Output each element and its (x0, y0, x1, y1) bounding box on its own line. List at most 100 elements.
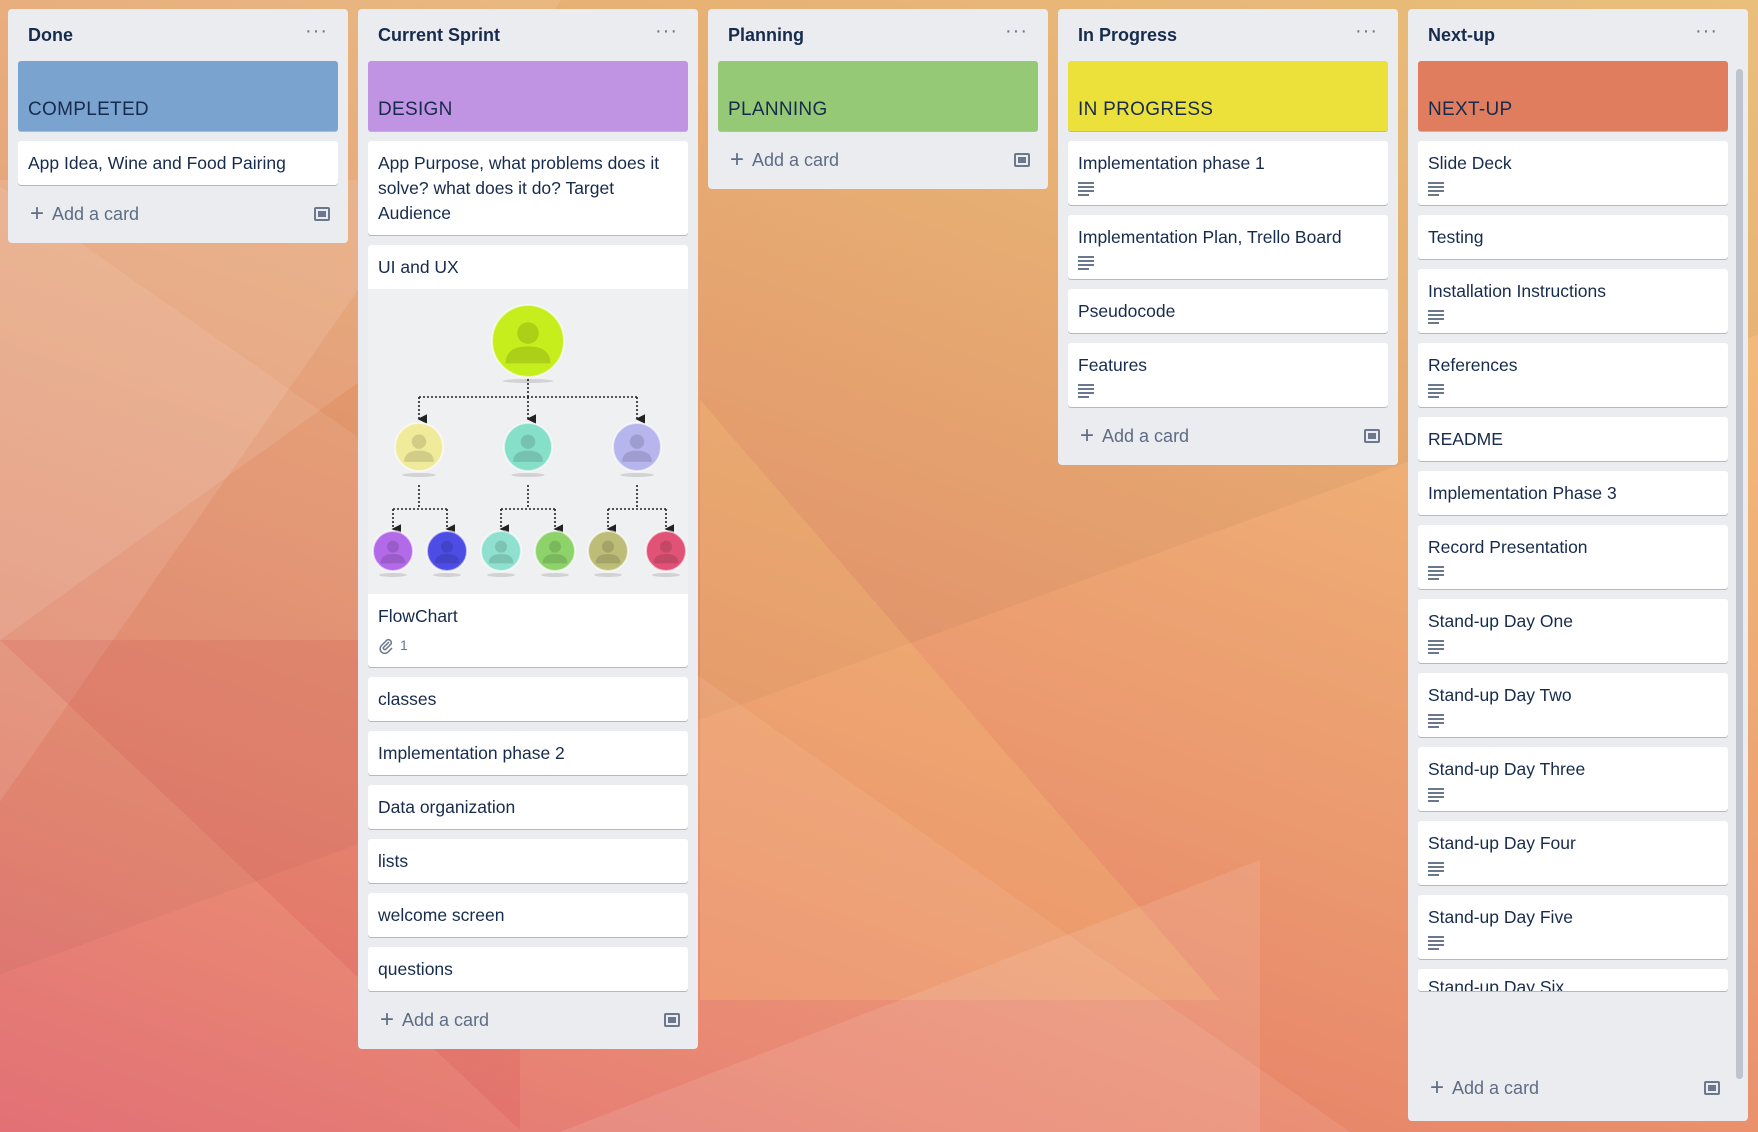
card-title: README (1428, 429, 1503, 449)
list-planning: Planning ··· PLANNING + Add a card (708, 9, 1048, 189)
plus-icon: + (30, 200, 45, 227)
board: Done ··· COMPLETED App Idea, Wine and Fo… (0, 0, 1758, 1132)
add-card-button[interactable]: + Add a card (1430, 1076, 1540, 1100)
card[interactable]: README (1418, 417, 1728, 461)
card[interactable]: Data organization (368, 785, 688, 829)
card[interactable]: Stand-up Day Five (1418, 895, 1728, 959)
person-icon (372, 530, 414, 577)
template-icon[interactable] (1364, 429, 1380, 443)
label-card-completed[interactable]: COMPLETED (18, 61, 338, 131)
list-done: Done ··· COMPLETED App Idea, Wine and Fo… (8, 9, 348, 243)
template-icon[interactable] (1704, 1081, 1720, 1095)
list-in-progress: In Progress ··· IN PROGRESS Implementati… (1058, 9, 1398, 465)
person-icon (426, 530, 468, 577)
template-icon[interactable] (314, 207, 330, 221)
scrollbar-thumb[interactable] (1736, 69, 1743, 1079)
label-card-next-up[interactable]: NEXT-UP (1418, 61, 1728, 131)
description-icon (1078, 256, 1094, 270)
card-title: Record Presentation (1428, 537, 1588, 557)
description-icon (1428, 384, 1444, 398)
more-icon[interactable]: ··· (305, 21, 328, 44)
scrollbar-track[interactable] (1736, 69, 1743, 1079)
card[interactable]: App Idea, Wine and Food Pairing (18, 141, 338, 185)
add-card-button[interactable]: + Add a card (30, 200, 140, 227)
label-card-design[interactable]: DESIGN (368, 61, 688, 131)
list-title: In Progress (1078, 24, 1178, 45)
person-icon (534, 530, 576, 577)
description-icon (1428, 788, 1444, 802)
person-icon (491, 304, 565, 383)
card[interactable]: Pseudocode (1068, 289, 1388, 333)
label-text: COMPLETED (28, 99, 149, 120)
card[interactable]: References (1418, 343, 1728, 407)
description-icon (1428, 862, 1444, 876)
template-icon[interactable] (1014, 153, 1030, 167)
next-up-scroll-area[interactable]: NEXT-UP Slide Deck Testing Installation In… (1418, 61, 1728, 1065)
label-text: PLANNING (728, 99, 828, 120)
add-card-button[interactable]: + Add a card (380, 1008, 490, 1032)
more-icon[interactable]: ··· (1355, 21, 1378, 44)
card[interactable]: questions (368, 947, 688, 991)
card[interactable]: Stand-up Day Four (1418, 821, 1728, 885)
card[interactable]: Stand-up Day Three (1418, 747, 1728, 811)
description-icon (1078, 384, 1094, 398)
card[interactable]: Record Presentation (1418, 525, 1728, 589)
card[interactable]: Installation Instructions (1418, 269, 1728, 333)
card[interactable]: Stand-up Day Two (1418, 673, 1728, 737)
card[interactable]: Testing (1418, 215, 1728, 259)
card[interactable]: Implementation phase 1 (1068, 141, 1388, 205)
template-icon[interactable] (664, 1013, 680, 1027)
more-icon[interactable]: ··· (1695, 21, 1718, 44)
label-card-in-progress[interactable]: IN PROGRESS (1068, 61, 1388, 131)
list-header: Planning ··· (718, 9, 1038, 61)
person-icon-group (372, 304, 687, 577)
add-card-label: Add a card (1452, 1077, 1540, 1098)
card-title: Stand-up Day One (1428, 611, 1573, 631)
add-card-label: Add a card (52, 203, 140, 224)
card[interactable]: Implementation phase 2 (368, 731, 688, 775)
add-card-row: + Add a card (1418, 1069, 1728, 1107)
more-icon[interactable]: ··· (1005, 21, 1028, 44)
attachment-badge: 1 (378, 633, 678, 658)
card-title: Stand-up Day Four (1428, 833, 1576, 853)
card-title: Installation Instructions (1428, 281, 1607, 301)
card[interactable]: lists (368, 839, 688, 883)
list-header: Done ··· (18, 9, 338, 61)
add-card-label: Add a card (402, 1009, 490, 1030)
description-icon (1428, 182, 1444, 196)
card[interactable]: App Purpose, what problems does it solve… (368, 141, 688, 235)
person-icon (480, 530, 522, 577)
add-card-button[interactable]: + Add a card (730, 148, 839, 172)
card[interactable]: classes (368, 677, 688, 721)
person-icon (587, 530, 629, 577)
person-icon (394, 422, 444, 477)
card[interactable]: Implementation Phase 3 (1418, 471, 1728, 515)
label-card-planning[interactable]: PLANNING (718, 61, 1038, 131)
flowchart-card[interactable]: FlowChart 1 (368, 289, 688, 667)
card[interactable]: Stand-up Day One (1418, 599, 1728, 663)
card-title: Testing (1428, 227, 1484, 247)
attachment-icon (379, 638, 393, 654)
description-icon (1428, 566, 1444, 580)
person-icon (612, 422, 662, 477)
card[interactable]: Features (1068, 343, 1388, 407)
card[interactable]: Slide Deck (1418, 141, 1728, 205)
card-title: FlowChart (378, 606, 458, 626)
label-text: DESIGN (378, 99, 453, 120)
list-title: Done (28, 24, 73, 45)
card-title: Slide Deck (1428, 153, 1512, 173)
card[interactable]: Implementation Plan, Trello Board (1068, 215, 1388, 279)
label-text: NEXT-UP (1428, 99, 1513, 120)
add-card-row: + Add a card (18, 195, 338, 233)
card[interactable]: UI and UX (368, 245, 688, 289)
description-icon (1428, 310, 1444, 324)
card[interactable]: welcome screen (368, 893, 688, 937)
add-card-button[interactable]: + Add a card (1080, 424, 1189, 448)
more-icon[interactable]: ··· (655, 21, 678, 44)
flowchart-cover-image (368, 289, 688, 594)
card[interactable]: Stand-up Day Six (1418, 969, 1728, 991)
card-title: References (1428, 355, 1518, 375)
list-title: Current Sprint (378, 24, 501, 45)
attachment-count: 1 (400, 637, 408, 653)
card-title: Stand-up Day Five (1428, 907, 1573, 927)
